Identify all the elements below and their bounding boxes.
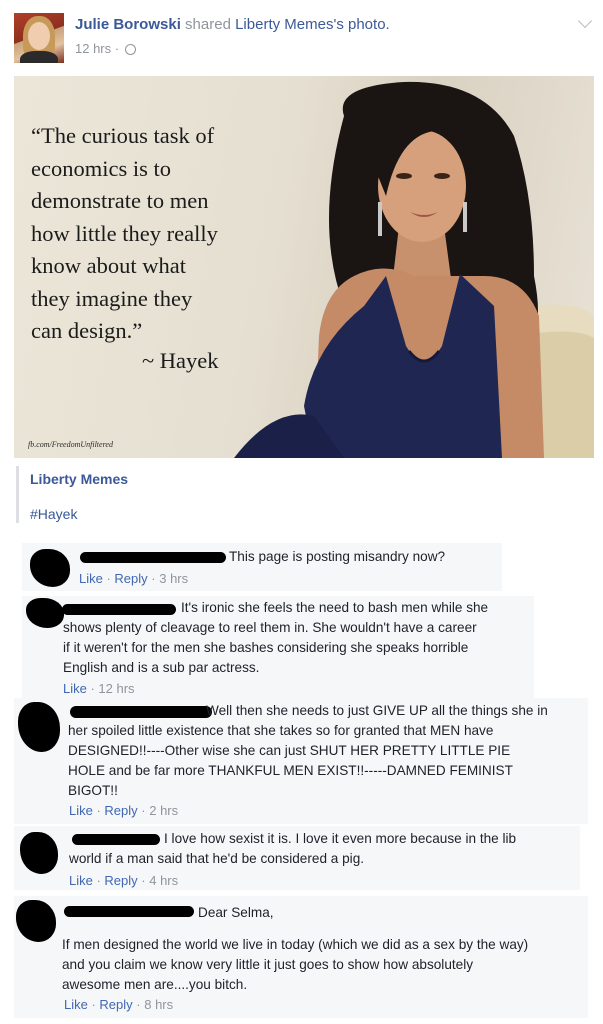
comment-meta: Like · Reply · 3 hrs [79,571,189,586]
like-link[interactable]: Like [63,681,87,696]
comment-line: HOLE and be far more THANKFUL MEN EXIST!… [68,763,513,778]
chevron-down-icon[interactable] [577,13,593,29]
comment-line: and you claim we know very little it jus… [62,957,474,972]
comment-time[interactable]: 12 hrs [98,681,134,696]
quote-line: economics is to [31,155,171,181]
shared-page-name[interactable]: Liberty Memes [30,471,128,487]
comment-line: if it weren't for the men she bashes con… [63,640,469,655]
comment-time[interactable]: 2 hrs [149,803,178,818]
comment-text: This page is posting misandry now? [229,547,445,567]
comment-meta: Like · Reply · 2 hrs [69,803,179,818]
globe-icon [124,44,136,55]
comment-line: her spoiled little existence that she ta… [68,723,494,738]
commenter-avatar [20,832,58,874]
comment-line: I love how sexist it is. I love it even … [164,831,517,846]
post-header: Julie Borowski shared Liberty Memes's ph… [0,0,603,72]
comment: This page is posting misandry now? Like … [22,543,502,591]
comment-time[interactable]: 8 hrs [144,997,173,1012]
comment: It's ironic she feels the need to bash m… [22,596,534,700]
shared-photo[interactable]: “The curious task of economics is to dem… [14,76,594,458]
like-link[interactable]: Like [69,873,93,888]
reply-link[interactable]: Reply [99,997,132,1012]
author-name[interactable]: Julie Borowski [75,16,181,33]
author-avatar[interactable] [14,13,64,63]
comment-line: This page is posting misandry now? [229,549,446,564]
comment-line: It's ironic she feels the need to bash m… [181,600,489,615]
comment-line: world if a man said that he'd be conside… [69,851,365,866]
quote-line: they imagine they [31,285,193,311]
comment-line [62,923,528,935]
shared-object-link[interactable]: photo. [348,16,390,33]
quote-text: “The curious task of economics is to dem… [31,120,321,348]
commenter-avatar [16,900,56,942]
comment-time[interactable]: 4 hrs [149,873,178,888]
comment-time[interactable]: 3 hrs [159,571,188,586]
commenter-avatar [18,702,60,752]
quote-line: how little they really [31,220,218,246]
comment-line: Well then she needs to just GIVE UP all … [206,703,548,718]
quote-attribution: ~ Hayek [142,348,219,373]
comment-text: I love how sexist it is. I love it even … [69,829,516,869]
comment-text: Well then she needs to just GIVE UP all … [68,701,548,801]
hashtag-link[interactable]: #Hayek [30,506,77,522]
comment-meta: Like · Reply · 8 hrs [64,997,174,1012]
post-headline: Julie Borowski shared Liberty Memes's ph… [75,16,390,33]
quote-line: “The curious task of [31,123,215,148]
comment-text: It's ironic she feels the need to bash m… [63,598,488,678]
like-link[interactable]: Like [69,803,93,818]
action-text: shared [185,16,231,33]
comment-meta: Like · 12 hrs [63,681,135,696]
comment-line: English and is a sub par actress. [63,660,260,675]
comment-line: Dear Selma, [198,905,274,920]
post-timestamp: 12 hrs · [75,41,136,56]
reply-link[interactable]: Reply [104,803,137,818]
attachment-divider [16,466,19,523]
comment: I love how sexist it is. I love it even … [14,826,580,890]
comment-text: Dear Selma, If men designed the world we… [62,903,528,995]
comment-line: BIGOT!! [68,783,118,798]
quote-line: can design.” [31,318,143,343]
comment-line: DESIGNED!!----Other wise she can just SH… [68,743,511,758]
reply-link[interactable]: Reply [114,571,147,586]
time-separator: · [114,41,120,56]
comment: Dear Selma, If men designed the world we… [14,896,588,1018]
commenter-avatar [26,598,64,628]
like-link[interactable]: Like [64,997,88,1012]
post-time[interactable]: 12 hrs [75,41,111,56]
commenter-name[interactable] [80,552,226,563]
like-link[interactable]: Like [79,571,103,586]
reply-link[interactable]: Reply [104,873,137,888]
shared-page-link[interactable]: Liberty Memes's [235,16,344,33]
comment-line: shows plenty of cleavage to reel them in… [63,620,477,635]
image-watermark: fb.com/FreedomUnfiltered [28,440,113,449]
commenter-avatar [30,549,70,587]
comment-meta: Like · Reply · 4 hrs [69,873,179,888]
quote-line: demonstrate to men [31,188,209,213]
comment-line: awesome men are....you bitch. [62,977,248,992]
comment: Well then she needs to just GIVE UP all … [14,698,588,824]
quote-line: know about what [31,253,186,278]
comment-line: If men designed the world we live in tod… [62,937,529,952]
